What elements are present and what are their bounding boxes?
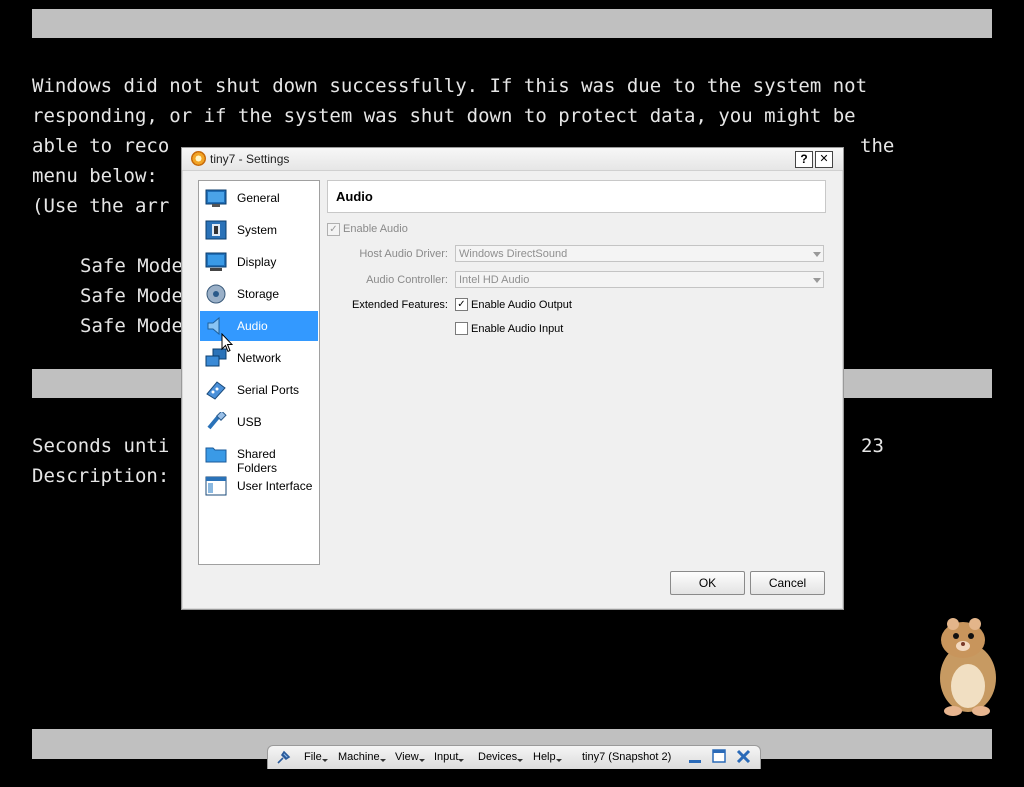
footer-text: ENTER=Choose [45, 761, 183, 783]
help-button[interactable]: ? [795, 151, 813, 168]
close-button[interactable]: ✕ [815, 151, 833, 168]
storage-icon [206, 284, 226, 304]
enable-audio-output-label: Enable Audio Output [471, 299, 572, 311]
general-icon [205, 189, 227, 207]
sidebar-item-network[interactable]: Network [200, 343, 318, 373]
virtualbox-icon [191, 151, 206, 166]
console-paragraph-line-3: able to reco [32, 135, 170, 157]
sidebar-item-audio[interactable]: Audio [200, 311, 318, 341]
enable-audio-checkbox[interactable]: ✓ [327, 223, 340, 236]
sidebar-item-storage[interactable]: Storage [200, 279, 318, 309]
ok-button[interactable]: OK [670, 571, 745, 595]
dialog-title: tiny7 - Settings [210, 152, 290, 166]
serial-ports-icon [206, 381, 226, 400]
extended-features-label: Extended Features: [351, 299, 448, 311]
host-audio-driver-select[interactable]: Windows DirectSound [455, 245, 824, 262]
usb-icon [207, 412, 227, 430]
menu-file[interactable]: File [304, 751, 328, 763]
sidebar-item-user-interface[interactable]: User Interface [200, 471, 318, 501]
sidebar-item-label: Display [237, 255, 277, 269]
console-title-bar: Windows Error Recovery [32, 9, 992, 63]
menu-view[interactable]: View [395, 751, 425, 763]
chevron-down-icon [813, 252, 821, 257]
vm-mini-toolbar: File Machine View Input Devices Help tin… [267, 745, 761, 769]
vm-name: tiny7 (Snapshot 2) [582, 751, 672, 763]
menu-input[interactable]: Input [434, 751, 466, 763]
console-title: Windows Error Recovery [397, 41, 650, 63]
sidebar-item-system[interactable]: System [200, 215, 318, 245]
pin-icon[interactable] [276, 750, 292, 765]
enable-audio-output-checkbox[interactable]: ✓ [455, 298, 468, 311]
sidebar-item-display[interactable]: Display [200, 247, 318, 277]
sidebar-item-shared-folders[interactable]: Shared Folders [200, 439, 318, 475]
selected-option-label: Start Wi [80, 401, 172, 423]
audio-controller-value: Intel HD Audio [459, 274, 530, 286]
chevron-down-icon [813, 278, 821, 283]
host-audio-driver-label: Host Audio Driver: [359, 248, 448, 260]
restore-window-icon[interactable] [712, 749, 726, 764]
dialog-titlebar[interactable]: tiny7 - Settings ? ✕ [182, 148, 843, 171]
sidebar-item-label: Audio [237, 319, 268, 333]
sidebar-item-serial-ports[interactable]: Serial Ports [200, 375, 318, 405]
sidebar-item-label: Network [237, 351, 282, 365]
enable-audio-input-checkbox[interactable] [455, 322, 468, 335]
shared-folders-icon [205, 447, 227, 463]
console-paragraph-line-5: (Use the arr [32, 195, 170, 217]
sidebar-item-label: User Interface [237, 479, 313, 493]
console-option[interactable]: Safe Mode [80, 281, 183, 311]
sidebar-item-usb[interactable]: USB [200, 407, 318, 437]
section-header: Audio [327, 180, 826, 213]
minimize-icon[interactable] [688, 750, 702, 764]
sidebar-item-label: Storage [237, 287, 280, 301]
sidebar-item-label: General [237, 191, 280, 205]
console-paragraph-line-1: Windows did not shut down successfully. … [32, 75, 868, 97]
sidebar-item-general[interactable]: General [200, 183, 318, 213]
console-paragraph-line-2: responding, or if the system was shut do… [32, 105, 856, 127]
console-description-label: Description: [32, 465, 170, 487]
system-icon [205, 220, 227, 240]
menu-devices[interactable]: Devices [478, 751, 524, 763]
sidebar-item-label: System [237, 223, 278, 237]
section-title: Audio [336, 189, 373, 204]
sidebar-item-label: USB [237, 415, 262, 429]
console-paragraph-line-4: menu below: [32, 165, 158, 187]
settings-dialog: tiny7 - Settings ? ✕ General System Disp… [181, 147, 844, 610]
console-seconds-value: 23 [861, 435, 884, 457]
mouse-cursor-icon [221, 333, 233, 353]
sidebar-item-label: Serial Ports [237, 383, 300, 397]
hamster-mascot-image [940, 618, 996, 716]
console-option[interactable]: Safe Mode [80, 251, 183, 281]
host-audio-driver-value: Windows DirectSound [459, 248, 568, 260]
display-icon [205, 252, 227, 271]
audio-controller-label: Audio Controller: [366, 274, 448, 286]
enable-audio-label: Enable Audio [343, 223, 408, 235]
console-paragraph-line-3-end: the [860, 135, 895, 157]
menu-machine[interactable]: Machine [338, 751, 386, 763]
console-seconds-label: Seconds unti [32, 435, 170, 457]
menu-help[interactable]: Help [533, 751, 562, 763]
user-interface-icon [205, 476, 227, 496]
cancel-button[interactable]: Cancel [750, 571, 825, 595]
enable-audio-input-label: Enable Audio Input [471, 323, 564, 335]
console-option[interactable]: Safe Mode [80, 311, 183, 341]
settings-sidebar: General System Display Storage Audio Net… [198, 180, 320, 565]
audio-controller-select[interactable]: Intel HD Audio [455, 271, 824, 288]
close-icon[interactable] [736, 749, 751, 764]
